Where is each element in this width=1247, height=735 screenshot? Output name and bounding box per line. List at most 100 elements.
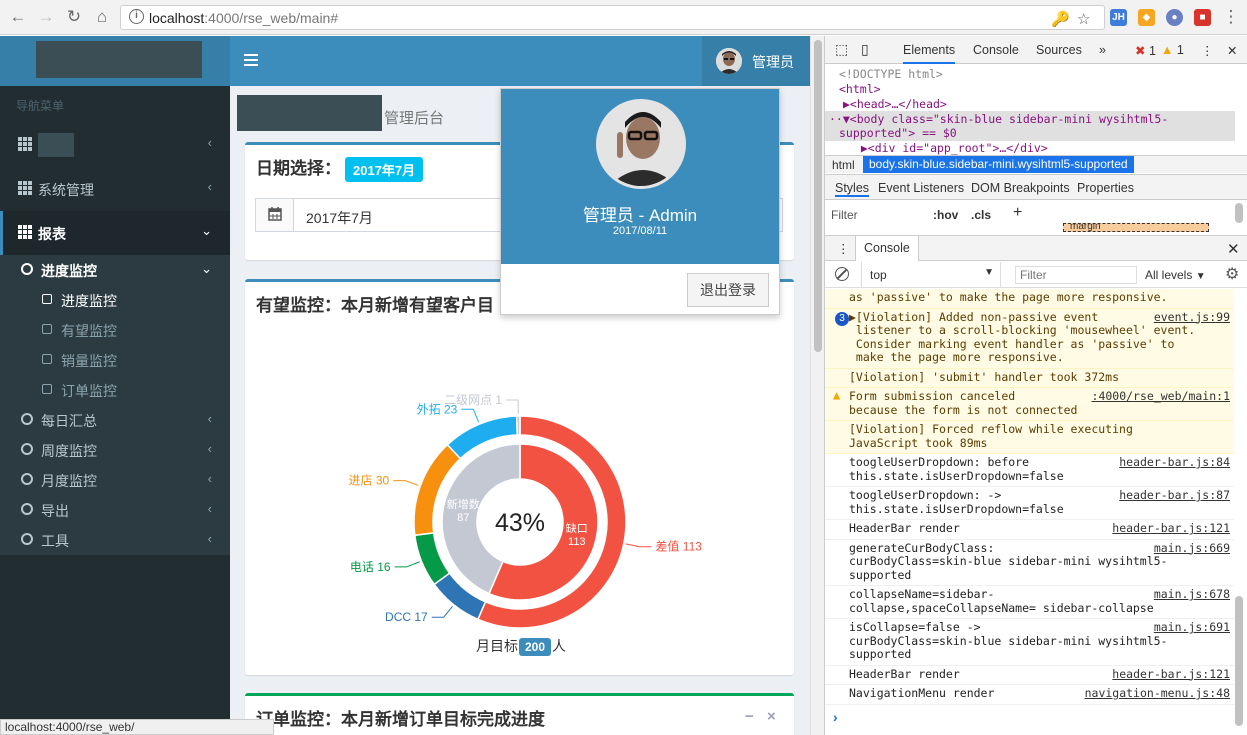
console-scroll-thumb[interactable] [1235,596,1243,726]
console-message-text: toogleUserDropdown: -> this.state.isUser… [849,488,1064,516]
submenu-progress[interactable]: 进度监控 ⌄ [0,255,230,285]
scrollbar-thumb[interactable] [814,40,822,352]
console-source-link[interactable]: :4000/rse_web/main:1 [1092,389,1230,404]
submenu-weekly[interactable]: 周度监控 ‹ [0,435,230,465]
logout-button[interactable]: 退出登录 [687,273,769,307]
extension-jh-icon[interactable]: JH [1110,9,1127,26]
tab-more[interactable]: » [1099,43,1106,57]
home-icon[interactable]: ⌂ [91,6,113,28]
tab-elements[interactable]: Elements [903,43,956,64]
dom-node[interactable]: <html> [839,82,881,96]
console-source-link[interactable]: header-bar.js:121 [1112,667,1230,682]
submenu-leaf[interactable]: 订单监控 [0,375,230,405]
crumb-body[interactable]: body.skin-blue.sidebar-mini.wysihtml5-su… [863,156,1134,173]
goal-badge: 200 [519,638,552,656]
chevron-left-icon: ‹ [207,135,212,150]
box-title: 订单监控：本月新增订单目标完成进度 [256,710,545,729]
tab-styles[interactable]: Styles [835,181,870,197]
console-message: [Violation] Forced reflow while executin… [825,421,1234,454]
bookmark-star-icon[interactable]: ☆ [1077,10,1090,28]
submenu-leaf[interactable]: 进度监控 [0,285,230,315]
info-icon[interactable]: i [129,9,144,24]
page-scrollbar[interactable] [810,36,824,735]
tab-sources[interactable]: Sources [1036,43,1082,57]
extension-icon[interactable]: ■ [1194,9,1211,26]
console-source-link[interactable]: header-bar.js:87 [1119,488,1230,503]
tab-console[interactable]: Console [973,43,1019,57]
dom-node[interactable]: ▶<head>…</head> [843,97,947,111]
hamburger-menu-icon[interactable] [244,54,258,66]
console-filter-input[interactable]: Filter [1015,266,1137,284]
dom-node[interactable]: ▶<div id="app_root">…</div> [847,141,1048,155]
menu-kebab-icon[interactable]: ⋮ [1220,6,1242,28]
grid-icon [18,137,32,151]
back-icon[interactable]: ← [7,6,29,28]
logo-area[interactable] [0,36,230,86]
tab-event-listeners[interactable]: Event Listeners [878,181,964,195]
sidebar-item-report[interactable]: 报表 ⌄ [0,211,230,255]
circle-icon [21,533,33,545]
console-source-link[interactable]: navigation-menu.js:48 [1085,686,1230,701]
user-menu-toggle[interactable]: 管理员 [702,36,810,86]
submenu-tools[interactable]: 工具 ‹ [0,525,230,555]
drawer-tab-console[interactable]: Console [855,236,919,261]
label-leader-line [506,399,519,415]
console-source-link[interactable]: main.js:669 [1154,541,1230,556]
drawer-menu-icon[interactable]: ⋮ [837,241,850,256]
clear-console-icon[interactable] [835,267,849,281]
submenu-leaf[interactable]: 销量监控 [0,345,230,375]
console-message: ▲ Form submission canceled because the fo… [825,388,1234,421]
inner-slice-name: 缺口 [566,521,588,535]
styles-scroll-thumb[interactable] [1235,203,1243,223]
styles-filter-input[interactable]: Filter [831,208,858,222]
console-settings-icon[interactable]: ⚙ [1225,264,1239,284]
submenu-export[interactable]: 导出 ‹ [0,495,230,525]
inner-slice-value: 87 [457,512,469,524]
outer-slice[interactable] [515,415,521,436]
cls-toggle[interactable]: .cls [971,208,991,222]
key-icon[interactable]: 🔑 [1051,10,1070,28]
sidebar-item-redacted[interactable]: ‹ [0,123,230,167]
inspect-icon[interactable]: ⬚ [835,41,848,58]
submenu-daily[interactable]: 每日汇总 ‹ [0,405,230,435]
log-levels-selector[interactable]: All levels ▼ [1145,268,1206,282]
dom-node[interactable]: <!DOCTYPE html> [839,67,943,81]
reload-icon[interactable]: ↻ [63,6,85,28]
submenu-label: 每日汇总 [41,413,97,429]
submenu-leaf-label: 销量监控 [61,353,117,369]
tab-dom-breakpoints[interactable]: DOM Breakpoints [971,181,1070,195]
dom-node-selected[interactable]: ··▼<body class="skin-blue sidebar-mini w… [829,112,1168,126]
close-drawer-icon[interactable]: ✕ [1227,240,1240,258]
url-text: localhost:4000/rse_web/main# [149,10,339,26]
tab-properties[interactable]: Properties [1077,181,1134,195]
console-message: generateCurBodyClass: curBodyClass=skin-… [825,540,1234,586]
console-source-link[interactable]: header-bar.js:121 [1112,521,1230,536]
submenu-leaf[interactable]: 有望监控 [0,315,230,345]
device-toggle-icon[interactable]: ▯ [861,41,869,58]
console-source-link[interactable]: main.js:691 [1154,620,1230,635]
sidebar-item-system[interactable]: 系统管理 ‹ [0,167,230,211]
close-icon[interactable]: × [767,708,776,725]
console-source-link[interactable]: header-bar.js:84 [1119,455,1230,470]
devtools-menu-icon[interactable]: ⋮ [1201,43,1214,58]
chevron-left-icon: ‹ [207,501,212,516]
add-rule-icon[interactable]: + [1013,204,1022,222]
console-source-link[interactable]: main.js:678 [1154,587,1230,602]
collapse-icon[interactable]: − [745,708,754,725]
month-badge: 2017年7月 [345,157,424,182]
console-prompt-icon[interactable]: › [833,709,838,725]
extension-icon[interactable]: ◆ [1138,9,1155,26]
submenu-monthly[interactable]: 月度监控 ‹ [0,465,230,495]
forward-icon[interactable]: → [35,6,57,28]
context-selector[interactable]: top ▼ [861,262,1001,287]
extension-icon[interactable]: ● [1166,9,1183,26]
chevron-down-icon: ⌄ [201,223,212,238]
console-message-text: [Violation] 'submit' handler took 372ms [849,369,1120,384]
hov-toggle[interactable]: :hov [933,208,958,222]
dom-tree: <!DOCTYPE html> <html> ▶<head>…</head> ·… [825,65,1247,155]
goal-suffix: 人 [552,638,567,654]
close-devtools-icon[interactable]: ✕ [1227,43,1237,58]
address-bar[interactable]: i localhost:4000/rse_web/main# 🔑 ☆ [120,5,1105,30]
console-source-link[interactable]: event.js:99 [1154,310,1230,325]
crumb-html[interactable]: html [832,158,855,172]
